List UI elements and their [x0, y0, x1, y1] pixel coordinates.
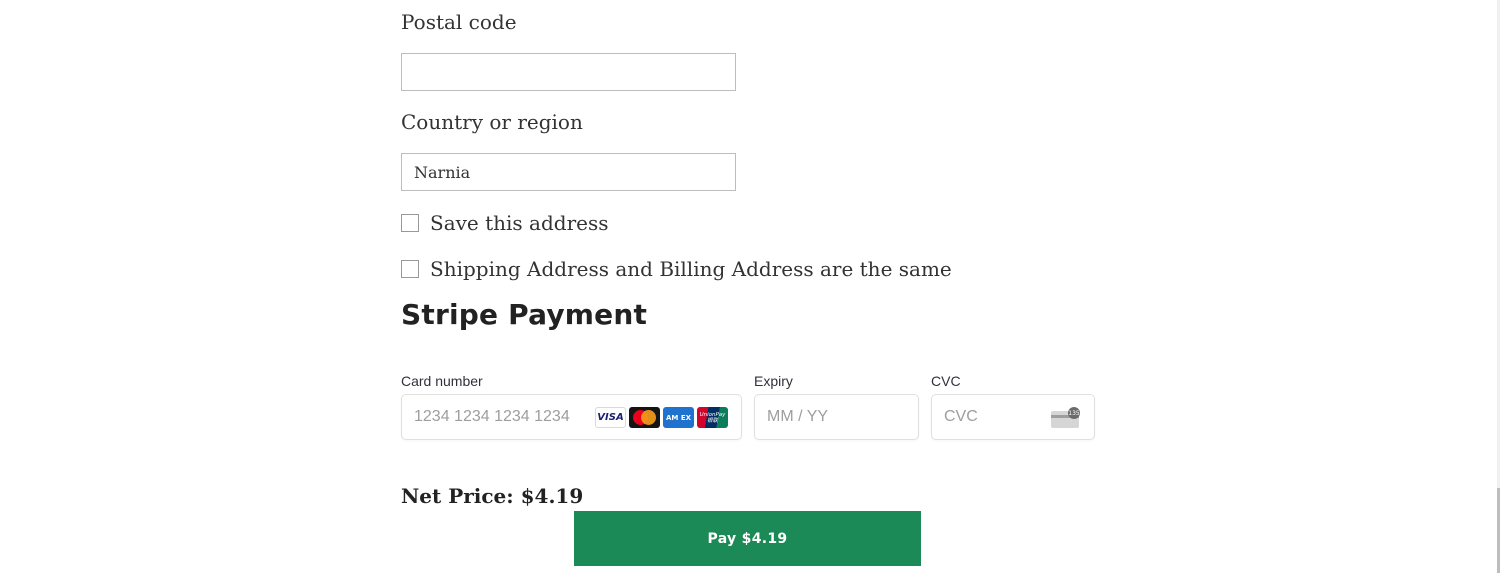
expiry-label: Expiry	[754, 373, 793, 389]
country-input[interactable]	[401, 153, 736, 191]
unionpay-icon: UnionPay 银联	[697, 407, 728, 428]
cvc-label: CVC	[931, 373, 961, 389]
mastercard-icon	[629, 407, 660, 428]
cvc-icon-text: 135	[1068, 410, 1080, 417]
expiry-input[interactable]: MM / YY	[754, 394, 919, 440]
same-address-checkbox[interactable]	[401, 260, 419, 278]
save-address-checkbox[interactable]	[401, 214, 419, 232]
visa-icon: VISA	[595, 407, 626, 428]
cvc-input[interactable]: CVC 135	[931, 394, 1095, 440]
cvc-card-icon: 135	[1051, 407, 1080, 428]
postal-code-label: Postal code	[401, 10, 517, 34]
postal-code-input[interactable]	[401, 53, 736, 91]
pay-button[interactable]: Pay $4.19	[574, 511, 921, 566]
stripe-payment-heading: Stripe Payment	[401, 298, 648, 331]
card-number-input[interactable]: 1234 1234 1234 1234 VISA AM EX UnionPay …	[401, 394, 742, 440]
same-address-label: Shipping Address and Billing Address are…	[430, 257, 952, 281]
card-brands: VISA AM EX UnionPay 银联	[595, 407, 728, 428]
save-address-option[interactable]: Save this address	[401, 211, 609, 235]
save-address-label: Save this address	[430, 211, 609, 235]
same-address-option[interactable]: Shipping Address and Billing Address are…	[401, 257, 952, 281]
cvc-placeholder: CVC	[944, 408, 978, 425]
net-price: Net Price: $4.19	[401, 484, 584, 508]
card-number-placeholder: 1234 1234 1234 1234	[414, 408, 570, 425]
amex-icon: AM EX	[663, 407, 694, 428]
expiry-placeholder: MM / YY	[767, 408, 829, 425]
card-number-label: Card number	[401, 373, 483, 389]
country-label: Country or region	[401, 110, 583, 134]
